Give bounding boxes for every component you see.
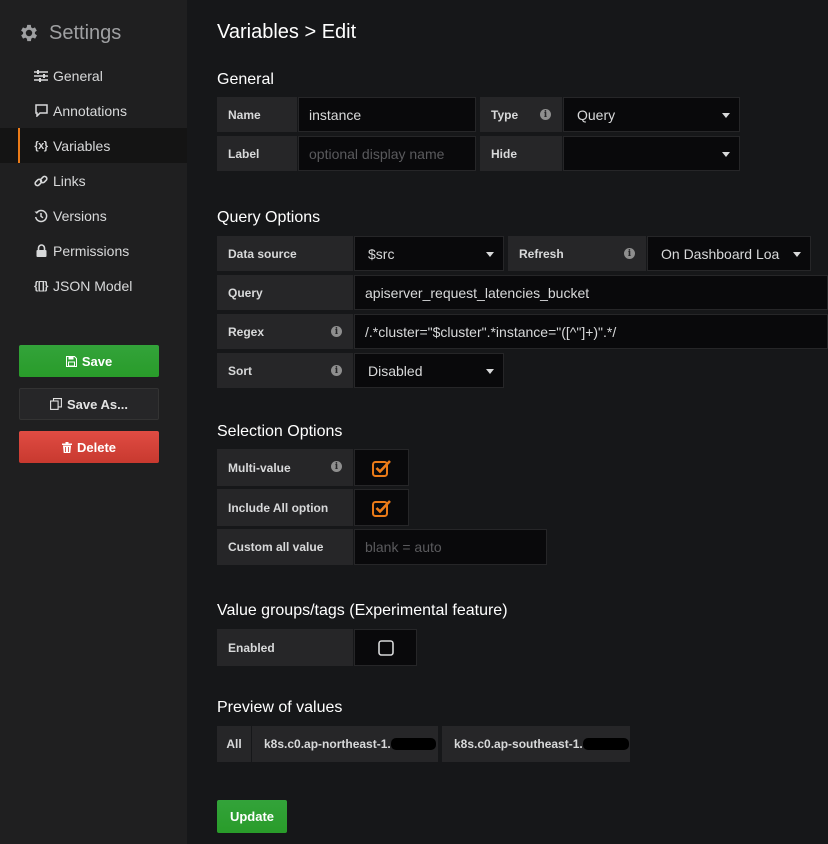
save-label: Save — [81, 353, 113, 369]
label-label: Label — [217, 136, 297, 171]
include-all-label: Include All option — [217, 489, 353, 526]
type-select-value: Query — [577, 106, 616, 123]
checkbox-checked-icon — [371, 459, 391, 477]
general-heading: General — [217, 71, 274, 88]
regex-label-text: Regex — [228, 324, 265, 339]
info-icon[interactable]: i — [331, 326, 342, 337]
custom-all-input[interactable]: blank = auto — [354, 529, 547, 565]
include-all-checkbox[interactable] — [354, 489, 409, 526]
sliders-icon — [33, 68, 49, 84]
sidebar-item-variables[interactable]: {x} Variables — [0, 128, 187, 163]
caret-down-icon — [722, 152, 730, 157]
query-options-heading: Query Options — [217, 209, 321, 226]
enabled-checkbox[interactable] — [354, 629, 417, 666]
redacted-block — [582, 738, 629, 750]
save-button[interactable]: Save — [19, 345, 159, 377]
save-as-button[interactable]: Save As... — [19, 388, 159, 420]
regex-label: Regex i — [217, 314, 353, 349]
refresh-label-text: Refresh — [519, 246, 564, 261]
gear-icon — [21, 24, 37, 42]
sidebar-title: Settings — [49, 21, 122, 44]
info-icon[interactable]: i — [624, 248, 635, 259]
checkbox-empty-icon — [377, 639, 394, 656]
type-label: Type i — [480, 97, 562, 132]
sidebar-item-label: Versions — [53, 207, 107, 224]
preview-value-text: k8s.c0.ap-southeast-1. — [454, 737, 583, 751]
lock-icon — [33, 243, 49, 259]
sort-label: Sort i — [217, 353, 353, 388]
copy-icon — [50, 398, 62, 410]
hide-select[interactable] — [563, 136, 740, 171]
regex-input[interactable]: /.*cluster="$cluster".*instance="([^"]+)… — [354, 314, 828, 349]
sidebar-item-label: Links — [53, 172, 86, 189]
name-input[interactable]: instance — [298, 97, 476, 132]
page-title: Variables > Edit — [217, 21, 357, 43]
query-label: Query — [217, 275, 353, 310]
delete-button[interactable]: Delete — [19, 431, 159, 463]
type-label-text: Type — [491, 107, 519, 122]
link-icon — [33, 173, 49, 189]
caret-down-icon — [486, 369, 494, 374]
query-input[interactable]: apiserver_request_latencies_bucket — [354, 275, 828, 310]
sidebar-item-label: Permissions — [53, 242, 130, 259]
preview-value-text: k8s.c0.ap-northeast-1. — [264, 737, 391, 751]
preview-heading: Preview of values — [217, 699, 343, 716]
sidebar-nav: General Annotations {x} Variables Links … — [0, 58, 187, 303]
caret-down-icon — [793, 252, 801, 257]
sidebar-item-label: JSON Model — [53, 277, 133, 294]
sidebar-item-json-model[interactable]: {[]} JSON Model — [0, 268, 187, 303]
caret-down-icon — [486, 252, 494, 257]
history-icon — [33, 208, 49, 224]
save-as-label: Save As... — [67, 396, 128, 412]
sidebar-item-label: General — [53, 67, 103, 84]
refresh-select[interactable]: On Dashboard Loa — [647, 236, 811, 271]
type-select[interactable]: Query — [563, 97, 740, 132]
json-icon: {[]} — [34, 279, 48, 292]
custom-all-label: Custom all value — [217, 529, 353, 565]
trash-icon — [61, 441, 72, 453]
multi-value-checkbox[interactable] — [354, 449, 409, 486]
sidebar-item-general[interactable]: General — [0, 58, 187, 93]
sidebar-item-label: Variables — [53, 137, 111, 154]
preview-all-tag: All — [217, 726, 251, 762]
sort-select[interactable]: Disabled — [354, 353, 504, 388]
settings-sidebar: Settings General Annotations {x} Variabl… — [0, 0, 187, 844]
save-icon — [65, 355, 77, 367]
preview-value-tag: k8s.c0.ap-northeast-1. — [252, 726, 438, 762]
selection-options-heading: Selection Options — [217, 423, 343, 440]
comment-icon — [33, 103, 49, 119]
delete-label: Delete — [76, 439, 117, 455]
refresh-label: Refresh i — [508, 236, 646, 271]
label-input[interactable]: optional display name — [298, 136, 476, 171]
info-icon[interactable]: i — [540, 109, 551, 120]
sidebar-item-links[interactable]: Links — [0, 163, 187, 198]
sort-value: Disabled — [368, 362, 423, 379]
sidebar-item-annotations[interactable]: Annotations — [0, 93, 187, 128]
sidebar-header: Settings — [18, 20, 121, 46]
checkbox-checked-icon — [371, 499, 391, 517]
sidebar-item-label: Annotations — [53, 102, 127, 119]
preview-value-tag: k8s.c0.ap-southeast-1. — [442, 726, 630, 762]
multi-value-label-text: Multi-value — [228, 460, 291, 475]
sidebar-item-versions[interactable]: Versions — [0, 198, 187, 233]
hide-label: Hide — [480, 136, 562, 171]
value-groups-heading: Value groups/tags (Experimental feature) — [217, 602, 508, 619]
variable-icon: {x} — [34, 139, 48, 152]
info-icon[interactable]: i — [331, 365, 342, 376]
info-icon[interactable]: i — [331, 461, 342, 472]
datasource-select[interactable]: $src — [354, 236, 504, 271]
redacted-block — [390, 738, 436, 750]
sort-label-text: Sort — [228, 363, 252, 378]
name-label: Name — [217, 97, 297, 132]
multi-value-label: Multi-value i — [217, 449, 353, 486]
update-button[interactable]: Update — [217, 800, 287, 833]
datasource-label: Data source — [217, 236, 353, 271]
refresh-value: On Dashboard Loa — [661, 245, 780, 262]
datasource-value: $src — [368, 245, 395, 262]
caret-down-icon — [722, 113, 730, 118]
sidebar-item-permissions[interactable]: Permissions — [0, 233, 187, 268]
enabled-label: Enabled — [217, 629, 353, 666]
